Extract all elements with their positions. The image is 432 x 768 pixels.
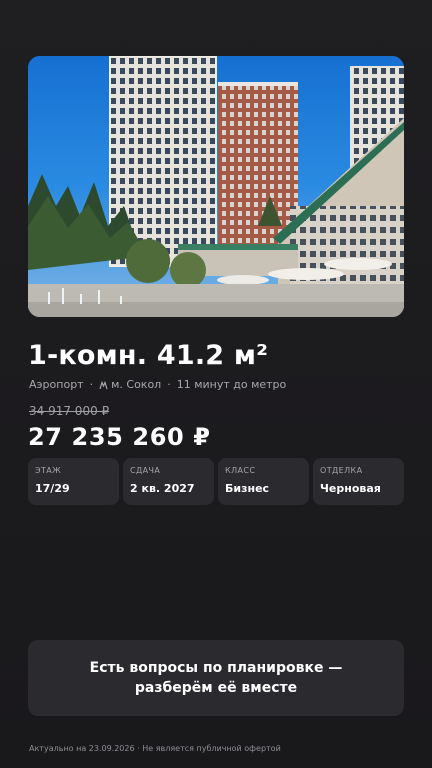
spec-value: Бизнес — [225, 482, 270, 495]
spec-value: Черновая — [320, 482, 381, 495]
metro-icon — [99, 380, 108, 390]
spec-card-class: КЛАСС Бизнес — [218, 458, 309, 505]
separator-dot: · — [89, 378, 94, 391]
spec-label: ЭТАЖ — [35, 466, 62, 475]
location-line: Аэропорт · м. Сокол · 11 минут до метро — [29, 378, 286, 391]
spec-card-floor: ЭТАЖ 17/29 — [28, 458, 119, 505]
old-price: 34 917 000 ₽ — [29, 404, 110, 418]
listing-title: 1-комн. 41.2 м² — [28, 340, 269, 371]
spec-label: ОТДЕЛКА — [320, 466, 363, 475]
metro-distance: 11 минут до метро — [176, 378, 287, 391]
current-price: 27 235 260 ₽ — [28, 423, 211, 451]
separator-dot: · — [167, 378, 171, 391]
disclaimer: Актуально на 23.09.2026 · Не является пу… — [29, 744, 281, 753]
spec-card-finishing: ОТДЕЛКА Черновая — [313, 458, 404, 505]
metro-station: м. Сокол — [111, 378, 162, 391]
spec-value: 2 кв. 2027 — [130, 482, 195, 495]
spec-card-delivery: СДАЧА 2 кв. 2027 — [123, 458, 214, 505]
cta-label: Есть вопросы по планировке — разберём её… — [89, 660, 343, 696]
spec-label: КЛАСС — [225, 466, 256, 475]
building-illustration — [28, 56, 404, 317]
spec-label: СДАЧА — [130, 466, 161, 475]
spec-cards: ЭТАЖ 17/29 СДАЧА 2 кв. 2027 КЛАСС Бизнес… — [28, 458, 404, 505]
district-label: Аэропорт — [29, 378, 84, 391]
layout-questions-button[interactable]: Есть вопросы по планировке — разберём её… — [28, 640, 404, 716]
listing-page: 1-комн. 41.2 м² Аэропорт · м. Сокол · 11… — [0, 0, 432, 768]
building-photo[interactable] — [28, 56, 404, 317]
spec-value: 17/29 — [35, 482, 70, 495]
